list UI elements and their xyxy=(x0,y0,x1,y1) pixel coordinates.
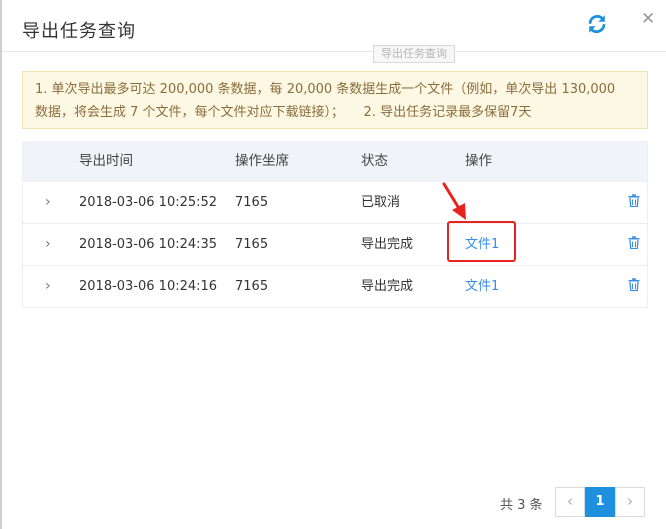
row-time: 2018-03-06 10:24:35 xyxy=(79,237,218,252)
row-status: 导出完成 xyxy=(361,237,414,252)
table-row: › 2018-03-06 10:25:52 7165 已取消 xyxy=(23,182,647,224)
row-agent: 7165 xyxy=(235,237,269,252)
row-time: 2018-03-06 10:24:16 xyxy=(79,279,218,294)
pagination: 共 3 条 ‹ 1 › xyxy=(2,487,666,517)
column-header-time: 导出时间 xyxy=(79,153,133,169)
export-task-dialog: 导出任务查询 ✕ 导出任务查询 1. 单次导出最多可达 200,000 条数据，… xyxy=(2,0,666,529)
expand-chevron-icon[interactable]: › xyxy=(45,224,51,265)
expand-chevron-icon[interactable]: › xyxy=(45,266,51,307)
annotation-highlight-box xyxy=(447,221,516,262)
refresh-icon[interactable] xyxy=(586,13,608,35)
row-file-link[interactable]: 文件1 xyxy=(465,266,499,307)
column-header-action: 操作 xyxy=(465,153,492,169)
trash-icon[interactable] xyxy=(628,278,640,291)
table-row: › 2018-03-06 10:24:16 7165 导出完成 文件1 xyxy=(23,266,647,308)
expand-chevron-icon[interactable]: › xyxy=(45,182,51,223)
row-status: 导出完成 xyxy=(361,279,414,294)
notice-line-2: 数据，将会生成 7 个文件，每个文件对应下载链接）； 2. 导出任务记录最多保留… xyxy=(35,105,532,120)
close-icon[interactable]: ✕ xyxy=(641,11,655,28)
dialog-title: 导出任务查询 xyxy=(22,21,136,42)
row-agent: 7165 xyxy=(235,195,269,210)
page-1-button[interactable]: 1 xyxy=(585,487,615,517)
column-header-agent: 操作坐席 xyxy=(235,153,289,169)
row-time: 2018-03-06 10:25:52 xyxy=(79,195,218,210)
row-agent: 7165 xyxy=(235,279,269,294)
dialog-header: 导出任务查询 ✕ xyxy=(2,0,666,52)
prev-page-button[interactable]: ‹ xyxy=(555,487,585,517)
column-header-status: 状态 xyxy=(361,153,388,169)
table-header: 导出时间 操作坐席 状态 操作 xyxy=(23,141,647,182)
watermark-label: 导出任务查询 xyxy=(373,45,455,63)
trash-icon[interactable] xyxy=(628,194,640,207)
trash-icon[interactable] xyxy=(628,236,640,249)
export-task-table: 导出时间 操作坐席 状态 操作 › 2018-03-06 10:25:52 71… xyxy=(22,141,648,308)
pagination-total: 共 3 条 xyxy=(500,498,543,513)
notice-banner: 1. 单次导出最多可达 200,000 条数据，每 20,000 条数据生成一个… xyxy=(22,71,648,129)
annotation-arrow-icon xyxy=(442,182,466,220)
next-page-button[interactable]: › xyxy=(615,487,645,517)
table-row: › 2018-03-06 10:24:35 7165 导出完成 文件1 xyxy=(23,224,647,266)
notice-line-1: 1. 单次导出最多可达 200,000 条数据，每 20,000 条数据生成一个… xyxy=(35,82,616,97)
row-status: 已取消 xyxy=(361,195,401,210)
